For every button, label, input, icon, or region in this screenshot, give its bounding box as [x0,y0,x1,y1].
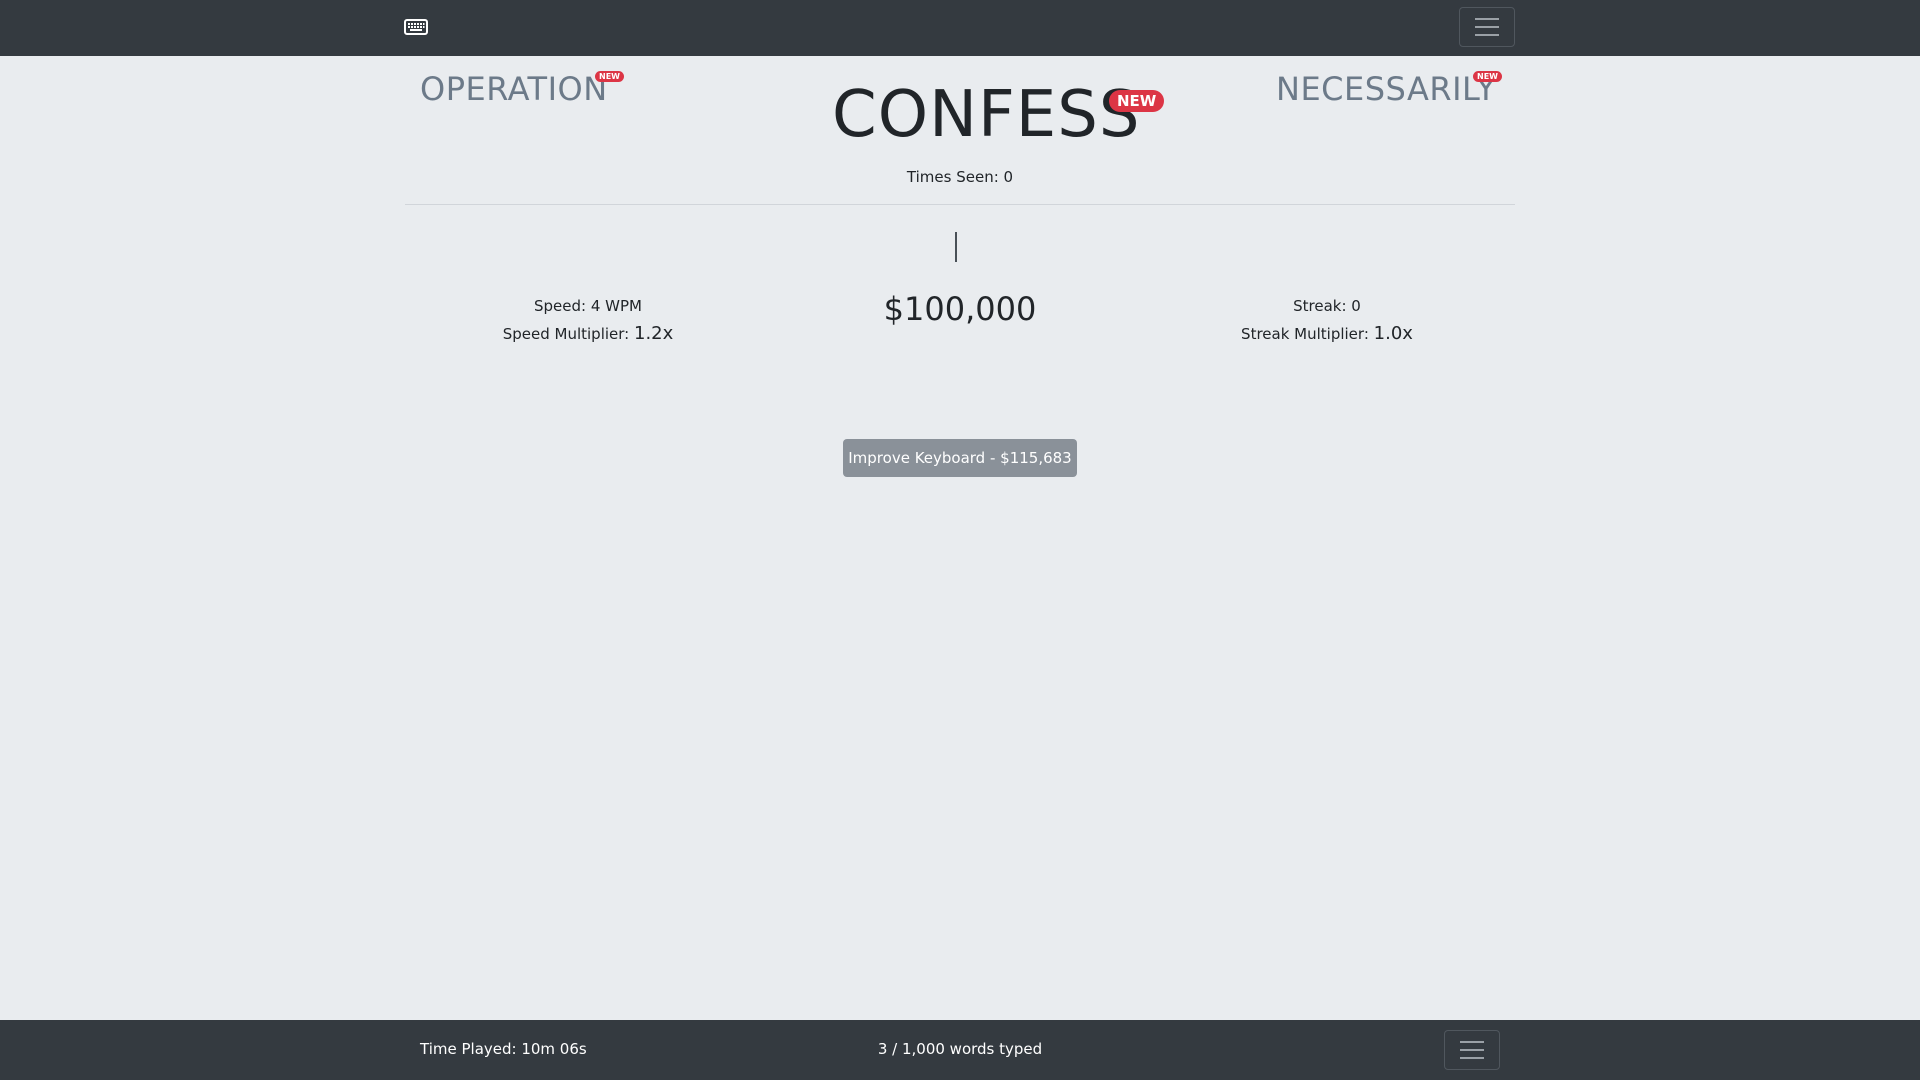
money-balance: $100,000 [883,290,1037,328]
bottom-menu-button[interactable] [1444,1030,1500,1070]
top-menu-button[interactable] [1459,7,1515,47]
bottom-navbar: Time Played: 10m 06s 3 / 1,000 words typ… [0,1020,1920,1080]
new-badge-previous: NEW [595,71,624,82]
words-typed-counter: 3 / 1,000 words typed [877,1040,1043,1058]
next-word: NECESSARILY [1276,70,1497,108]
streak-value: Streak: 0 [1293,297,1361,315]
hamburger-icon [1475,18,1499,20]
improve-keyboard-button[interactable]: Improve Keyboard - $115,683 [843,439,1077,477]
times-seen: Times Seen: 0 [906,168,1014,186]
new-badge-next: NEW [1473,71,1502,82]
top-navbar [0,0,1920,56]
hamburger-icon [1460,1041,1484,1043]
streak-multiplier: Streak Multiplier: 1.0x [1241,323,1413,344]
typing-caret[interactable] [955,232,957,262]
previous-word: OPERATION [420,70,608,108]
current-word: CONFESS [832,78,1141,152]
streak-stats: Streak: 0 Streak Multiplier: 1.0x [1227,292,1427,348]
keyboard-icon[interactable] [404,18,428,36]
new-badge-current: NEW [1109,90,1165,112]
divider [405,204,1515,205]
